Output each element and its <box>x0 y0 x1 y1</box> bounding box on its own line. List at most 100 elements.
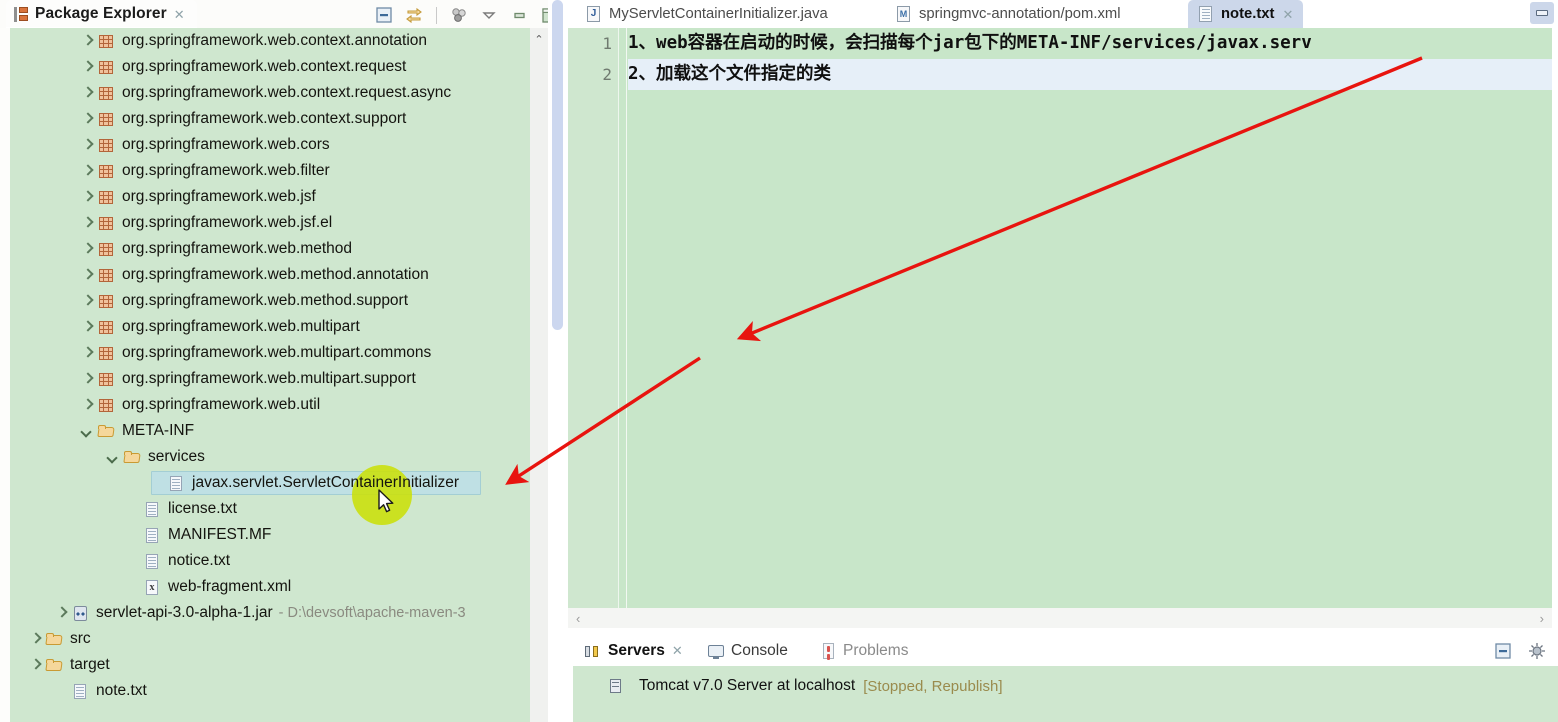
tree-item[interactable]: org.springframework.web.multipart.suppor… <box>10 366 540 392</box>
tree-item[interactable]: servlet-api-3.0-alpha-1.jar - D:\devsoft\… <box>10 600 540 626</box>
tree-item[interactable]: target <box>10 652 540 678</box>
chevron-down-icon[interactable] <box>81 425 93 437</box>
editor-content[interactable]: 1、web容器在启动的时候，会扫描每个jar包下的META-INF/servic… <box>628 28 1552 608</box>
focus-on-active-task-icon[interactable] <box>448 4 470 26</box>
chevron-right-icon[interactable] <box>81 269 93 281</box>
tree-item[interactable]: org.springframework.web.jsf.el <box>10 210 540 236</box>
chevron-right-icon[interactable] <box>81 113 93 125</box>
tree-item-label: org.springframework.web.context.annotati… <box>122 32 427 49</box>
text-file-icon <box>144 527 161 544</box>
tree-item-label: org.springframework.web.context.request.… <box>122 84 452 101</box>
editor-horizontal-scrollbar[interactable]: ‹ › <box>568 608 1552 628</box>
editor-tab[interactable]: note.txt ✕ <box>1188 0 1304 28</box>
chevron-right-icon[interactable] <box>29 633 41 645</box>
chevron-right-icon[interactable] <box>81 61 93 73</box>
tree-item[interactable]: note.txt <box>10 678 540 704</box>
tree-item-label: javax.servlet.ServletContainerInitialize… <box>192 474 460 491</box>
close-icon[interactable]: ✕ <box>1282 8 1293 21</box>
chevron-right-icon[interactable] <box>29 659 41 671</box>
scroll-right-icon[interactable]: › <box>1540 611 1544 626</box>
scroll-left-icon[interactable]: ‹ <box>576 611 580 626</box>
editor-tab[interactable]: MyServletContainerInitializer.java <box>576 0 838 28</box>
line-number-gutter: 12 <box>568 28 619 608</box>
tree-item[interactable]: org.springframework.web.method.support <box>10 288 540 314</box>
tree-item[interactable]: org.springframework.web.context.annotati… <box>10 28 540 54</box>
chevron-right-icon[interactable] <box>81 321 93 333</box>
bottom-panel-tab-label: Console <box>731 642 788 659</box>
bottom-panel-tab[interactable]: Servers ✕ <box>574 636 693 666</box>
tree-item-label: org.springframework.web.cors <box>122 136 330 153</box>
tree-item[interactable]: org.springframework.web.jsf <box>10 184 540 210</box>
tree-item[interactable]: org.springframework.web.context.request.… <box>10 80 540 106</box>
bottom-panel-tab[interactable]: Problems <box>811 636 918 666</box>
chevron-right-icon[interactable] <box>81 295 93 307</box>
chevron-right-icon[interactable] <box>81 191 93 203</box>
editor-area: MyServletContainerInitializer.java spring… <box>568 0 1558 722</box>
tree-item[interactable]: org.springframework.web.context.request <box>10 54 540 80</box>
chevron-right-icon[interactable] <box>81 217 93 229</box>
tree-item[interactable]: META-INF <box>10 418 540 444</box>
tree-item[interactable]: org.springframework.web.method.annotatio… <box>10 262 540 288</box>
debug-icon[interactable] <box>1526 640 1548 662</box>
tree-item[interactable]: license.txt <box>10 496 540 522</box>
bottom-panel-tabbar: Servers ✕ Console Problems <box>568 636 1558 666</box>
chevron-down-icon[interactable] <box>107 451 119 463</box>
minimize-icon[interactable] <box>1492 640 1514 662</box>
jar-icon <box>72 605 89 622</box>
bottom-panel-toolbar <box>1492 640 1548 662</box>
tree-item[interactable]: notice.txt <box>10 548 540 574</box>
chevron-right-icon[interactable] <box>81 35 93 47</box>
chevron-right-icon[interactable] <box>55 607 67 619</box>
chevron-right-icon[interactable] <box>81 87 93 99</box>
tree-vertical-scrollbar[interactable]: ⌃ <box>530 28 548 722</box>
chevron-right-icon[interactable] <box>81 399 93 411</box>
tree-item[interactable]: MANIFEST.MF <box>10 522 540 548</box>
toolbar-divider <box>436 6 437 24</box>
package-icon <box>98 319 115 336</box>
tree-item[interactable]: org.springframework.web.multipart.common… <box>10 340 540 366</box>
chevron-right-icon[interactable] <box>81 243 93 255</box>
collapse-all-icon[interactable] <box>373 4 395 26</box>
tree-item[interactable]: org.springframework.web.util <box>10 392 540 418</box>
tree-item-label: servlet-api-3.0-alpha-1.jar <box>96 604 273 621</box>
servers-list[interactable]: Tomcat v7.0 Server at localhost [Stopped… <box>573 666 1558 722</box>
scroll-up-icon[interactable]: ⌃ <box>530 32 548 46</box>
package-icon <box>98 163 115 180</box>
tree-item[interactable]: org.springframework.web.context.support <box>10 106 540 132</box>
scrollbar-thumb[interactable] <box>552 0 563 330</box>
tree-item[interactable]: services <box>10 444 540 470</box>
text-file-icon <box>72 683 89 700</box>
server-list-item[interactable]: Tomcat v7.0 Server at localhost [Stopped… <box>607 674 1003 698</box>
window-vertical-scrollbar[interactable] <box>548 0 568 722</box>
close-icon[interactable]: ✕ <box>672 643 683 659</box>
chevron-right-icon[interactable] <box>81 373 93 385</box>
close-icon[interactable]: ✕ <box>174 8 185 21</box>
package-icon <box>98 85 115 102</box>
view-menu-icon[interactable] <box>478 4 500 26</box>
chevron-right-icon[interactable] <box>81 165 93 177</box>
chevron-right-icon[interactable] <box>81 139 93 151</box>
text-editor[interactable]: 12 1、web容器在启动的时候，会扫描每个jar包下的META-INF/ser… <box>568 28 1552 608</box>
bottom-panel: Servers ✕ Console Problems Tomcat v7.0 Serv… <box>568 636 1558 722</box>
tree-item[interactable]: web-fragment.xml <box>10 574 540 600</box>
tree-item[interactable]: org.springframework.web.multipart <box>10 314 540 340</box>
tree-item[interactable]: src <box>10 626 540 652</box>
tab-package-explorer[interactable]: Package Explorer ✕ <box>6 0 197 28</box>
minimize-icon[interactable] <box>1530 2 1554 24</box>
tree-item[interactable]: org.springframework.web.filter <box>10 158 540 184</box>
package-icon <box>98 267 115 284</box>
minimize-icon[interactable] <box>508 4 530 26</box>
tree-item[interactable]: javax.servlet.ServletContainerInitialize… <box>10 470 540 496</box>
tree-item-label: org.springframework.web.multipart.common… <box>122 344 432 361</box>
editor-tab[interactable]: springmvc-annotation/pom.xml <box>886 0 1131 28</box>
link-with-editor-icon[interactable] <box>403 4 425 26</box>
tree-item[interactable]: org.springframework.web.method <box>10 236 540 262</box>
package-explorer-tree[interactable]: org.springframework.web.context.annotati… <box>10 28 568 722</box>
gutter-divider <box>626 28 627 608</box>
tree-item-path: - D:\devsoft\apache-maven-3 <box>278 605 466 621</box>
tree-item[interactable]: org.springframework.web.cors <box>10 132 540 158</box>
chevron-right-icon[interactable] <box>81 347 93 359</box>
bottom-panel-tab[interactable]: Console <box>698 636 798 666</box>
